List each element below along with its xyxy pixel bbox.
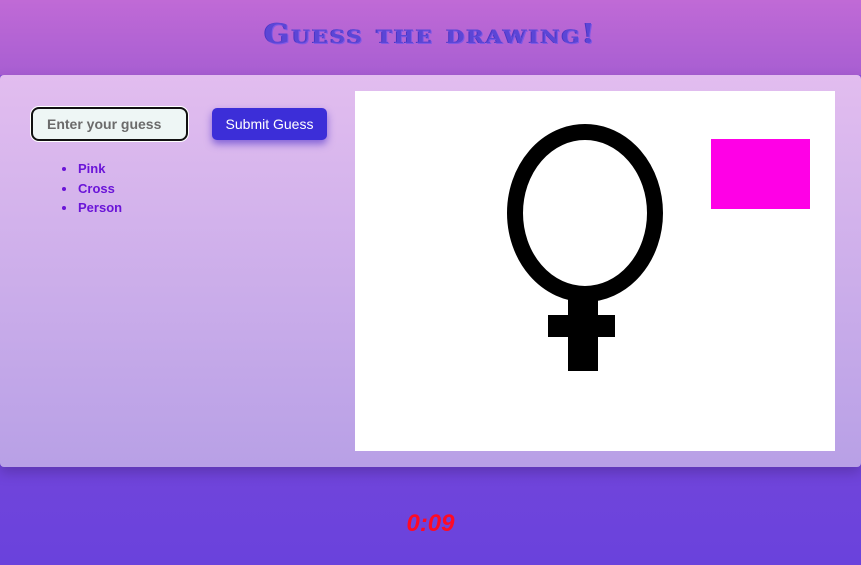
- header: Guess the drawing!: [0, 0, 861, 75]
- countdown-timer: 0:09: [406, 510, 455, 537]
- drawing-svg: [507, 124, 810, 371]
- symbol-crossbar: [548, 315, 615, 337]
- page-title: Guess the drawing!: [264, 18, 597, 51]
- guess-item: Cross: [60, 179, 122, 199]
- symbol-ring: [507, 124, 663, 302]
- footer: 0:09: [0, 467, 861, 565]
- guess-input[interactable]: [31, 107, 188, 141]
- guess-item: Pink: [60, 159, 122, 179]
- female-symbol-drawing: [507, 124, 663, 371]
- magenta-rectangle: [711, 139, 810, 209]
- submit-guess-button[interactable]: Submit Guess: [212, 108, 327, 140]
- guess-item: Person: [60, 198, 122, 218]
- drawing-canvas[interactable]: [355, 91, 835, 451]
- game-panel: Submit Guess Pink Cross Person: [0, 75, 861, 467]
- guess-list: Pink Cross Person: [60, 159, 122, 218]
